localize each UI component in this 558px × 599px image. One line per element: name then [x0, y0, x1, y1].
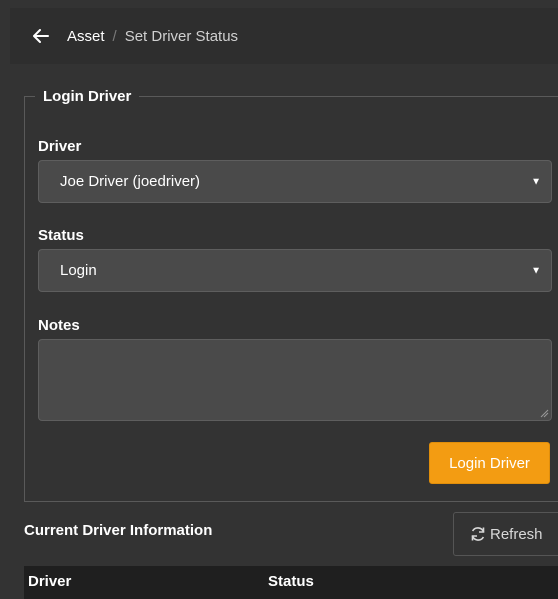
driver-label: Driver [38, 138, 82, 155]
breadcrumb-asset[interactable]: Asset [67, 28, 105, 45]
caret-down-icon: ▼ [531, 176, 541, 187]
resize-grip-icon[interactable] [539, 408, 549, 418]
notes-label: Notes [38, 317, 80, 334]
arrow-left-icon[interactable] [32, 27, 50, 45]
header-bar: Asset / Set Driver Status [10, 8, 558, 64]
status-select-value: Login [60, 262, 97, 279]
refresh-icon [471, 527, 485, 541]
column-header-driver: Driver [28, 573, 72, 590]
login-driver-button[interactable]: Login Driver [429, 442, 550, 484]
breadcrumb-separator: / [112, 27, 117, 45]
fieldset-legend: Login Driver [35, 87, 140, 107]
notes-textarea[interactable] [38, 339, 552, 421]
driver-select-value: Joe Driver (joedriver) [60, 173, 201, 190]
status-label: Status [38, 227, 84, 244]
current-driver-info-title: Current Driver Information [24, 522, 213, 539]
driver-table-header: Driver Status [24, 566, 558, 599]
page: Asset / Set Driver Status Login Driver D… [0, 0, 558, 599]
column-header-status: Status [268, 573, 314, 590]
caret-down-icon: ▼ [531, 265, 541, 276]
refresh-label: Refresh [490, 525, 543, 543]
driver-select[interactable]: Joe Driver (joedriver) ▼ [38, 160, 552, 203]
page-title: Set Driver Status [124, 27, 239, 45]
status-select[interactable]: Login ▼ [38, 249, 552, 292]
refresh-button[interactable]: Refresh [453, 512, 558, 556]
